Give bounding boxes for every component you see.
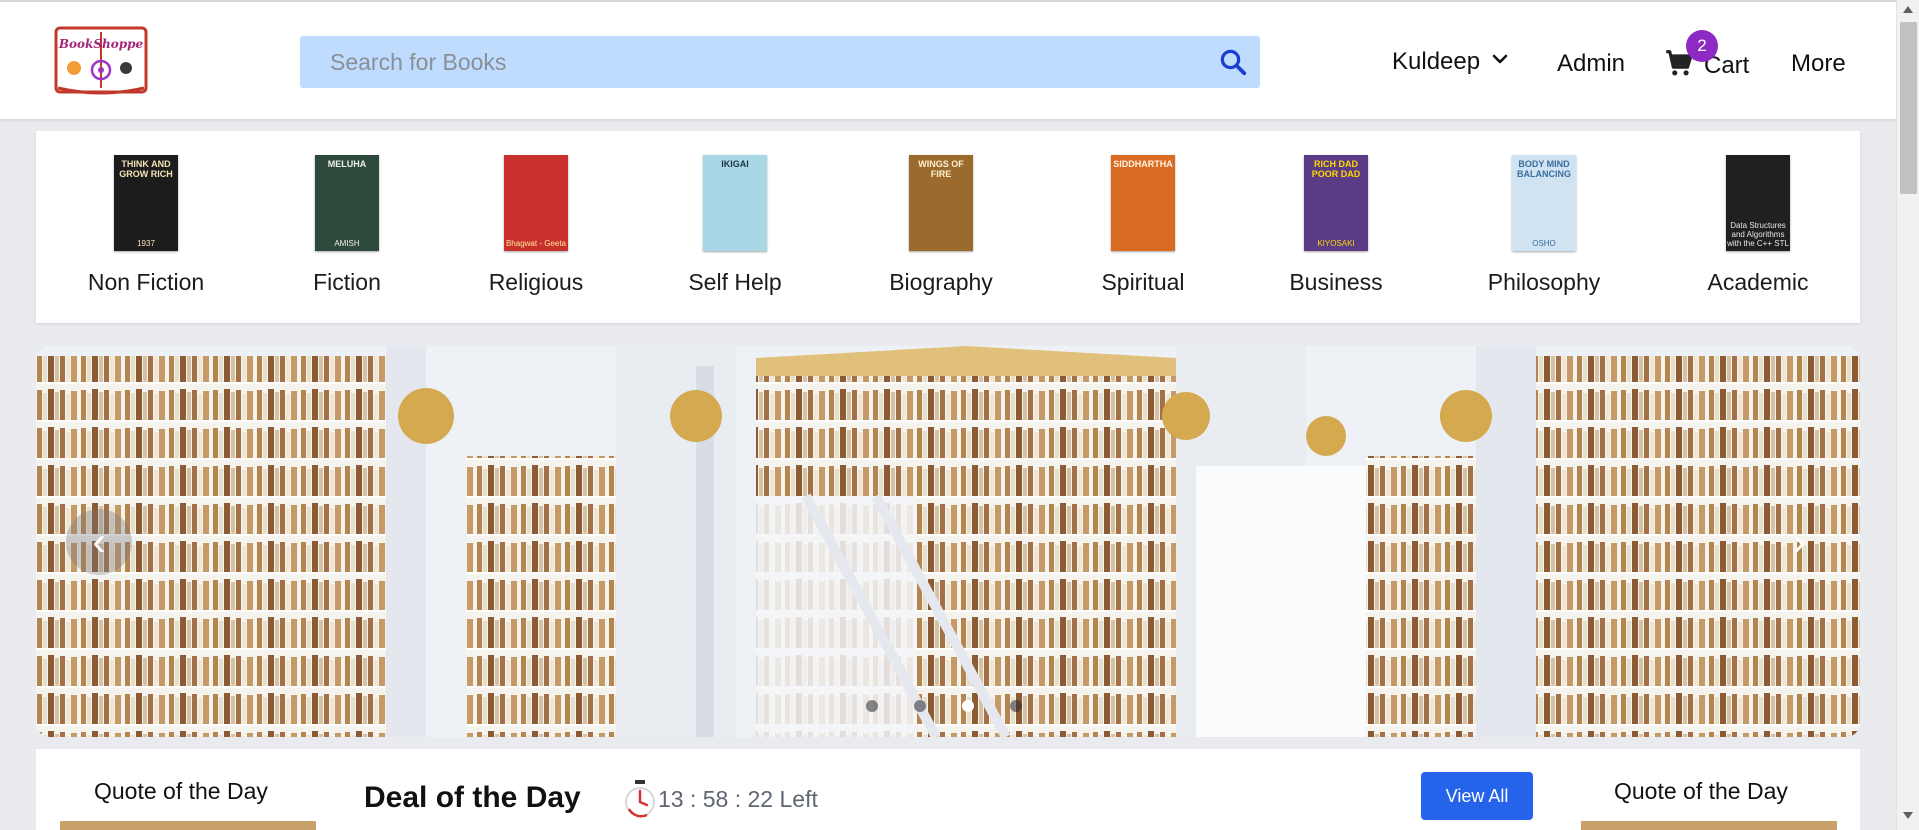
category-strip: THINK AND GROW RICH 1937 Non Fiction MELUHA… (36, 131, 1860, 323)
more-menu[interactable]: More (1791, 50, 1846, 78)
carousel-next-button[interactable]: › (1766, 509, 1832, 575)
category-label: Self Help (688, 269, 782, 295)
cover-title: RICH DAD POOR DAD (1311, 159, 1361, 179)
category-book-cover: MELUHA AMISH (315, 155, 379, 251)
cover-subtitle: 1937 (137, 239, 155, 248)
category-book-cover: RICH DAD POOR DAD KIYOSAKI (1304, 155, 1368, 251)
category-label: Philosophy (1487, 269, 1601, 295)
carousel-dot[interactable] (962, 700, 974, 712)
deal-of-day-title: Deal of the Day (364, 781, 581, 814)
library-slide-image (36, 346, 1860, 737)
category-book-cover: WINGS OF FIRE (909, 155, 973, 251)
cover-title: BODY MIND BALANCING (1517, 159, 1571, 179)
category-label: Academic (1707, 269, 1809, 295)
carousel-indicators (866, 700, 1022, 712)
cart-icon: 2 (1662, 30, 1718, 80)
category-label: Spiritual (1101, 269, 1185, 295)
category-item[interactable]: Bhagwat - Geeta Religious (446, 131, 626, 323)
category-label: Biography (889, 269, 993, 295)
cart-count-badge: 2 (1686, 30, 1718, 62)
category-item[interactable]: THINK AND GROW RICH 1937 Non Fiction (56, 131, 236, 323)
category-book-cover: Data Structures and Algorithms with the … (1726, 155, 1790, 251)
category-book-cover: BODY MIND BALANCING OSHO (1512, 155, 1576, 251)
category-book-cover: THINK AND GROW RICH 1937 (114, 155, 178, 251)
search-input[interactable] (300, 36, 1200, 88)
category-item[interactable]: MELUHA AMISH Fiction (257, 131, 437, 323)
cart-link[interactable]: 2 Cart (1662, 30, 1749, 80)
carousel-dot[interactable] (866, 700, 878, 712)
view-all-button[interactable]: View All (1421, 772, 1533, 820)
cover-title: WINGS OF FIRE (918, 159, 964, 179)
scroll-thumb[interactable] (1900, 22, 1917, 194)
cover-title: THINK AND GROW RICH (119, 159, 173, 179)
category-book-cover: SIDDHARTHA (1111, 155, 1175, 251)
chevron-down-icon (1490, 48, 1510, 76)
category-item[interactable]: BODY MIND BALANCING OSHO Philosophy (1454, 131, 1634, 323)
scroll-down-arrow-icon[interactable] (1903, 812, 1913, 819)
search-bar (300, 36, 1260, 88)
category-book-cover: IKIGAI (703, 155, 767, 251)
category-label: Fiction (313, 269, 381, 295)
category-label: Religious (488, 269, 584, 295)
stopwatch-icon (623, 779, 657, 819)
user-name: Kuldeep (1392, 48, 1481, 75)
cover-title: IKIGAI (721, 159, 749, 169)
deal-countdown: 13 : 58 : 22 Left (658, 786, 818, 812)
category-label: Business (1289, 269, 1383, 295)
category-book-cover: Bhagwat - Geeta (504, 155, 568, 251)
deal-section: Quote of the Day Deal of the Day 13 : 58… (36, 749, 1860, 830)
quote-left-image (60, 821, 316, 830)
bookshoppe-logo[interactable]: BookShoppe (52, 22, 150, 98)
hero-carousel: ‹ › (36, 346, 1860, 737)
cover-subtitle: AMISH (334, 239, 360, 248)
quote-right-image (1581, 821, 1837, 830)
search-icon[interactable] (1218, 47, 1248, 77)
quote-of-day-left-title: Quote of the Day (94, 778, 268, 804)
category-item[interactable]: WINGS OF FIRE Biography (851, 131, 1031, 323)
page-scrollbar[interactable] (1896, 0, 1919, 830)
logo-text: BookShoppe (58, 37, 144, 51)
cover-subtitle: Data Structures and Algorithms with the … (1727, 221, 1789, 248)
carousel-prev-button[interactable]: ‹ (66, 509, 132, 575)
site-header: BookShoppe Kuldeep Admin 2 Cart More (0, 2, 1896, 119)
carousel-dot[interactable] (1010, 700, 1022, 712)
category-item[interactable]: RICH DAD POOR DAD KIYOSAKI Business (1246, 131, 1426, 323)
category-item[interactable]: SIDDHARTHA Spiritual (1053, 131, 1233, 323)
quote-of-day-right-title: Quote of the Day (1614, 778, 1788, 804)
scroll-up-arrow-icon[interactable] (1903, 6, 1913, 13)
category-item[interactable]: Data Structures and Algorithms with the … (1668, 131, 1848, 323)
cover-subtitle: OSHO (1532, 239, 1556, 248)
category-item[interactable]: IKIGAI Self Help (645, 131, 825, 323)
carousel-dot[interactable] (914, 700, 926, 712)
cover-subtitle: KIYOSAKI (1317, 239, 1355, 248)
cover-title: SIDDHARTHA (1113, 159, 1173, 169)
user-menu[interactable]: Kuldeep (1392, 48, 1510, 76)
admin-link[interactable]: Admin (1557, 50, 1625, 78)
cover-subtitle: Bhagwat - Geeta (505, 239, 567, 248)
category-label: Non Fiction (87, 269, 205, 295)
cover-title: MELUHA (327, 159, 367, 169)
